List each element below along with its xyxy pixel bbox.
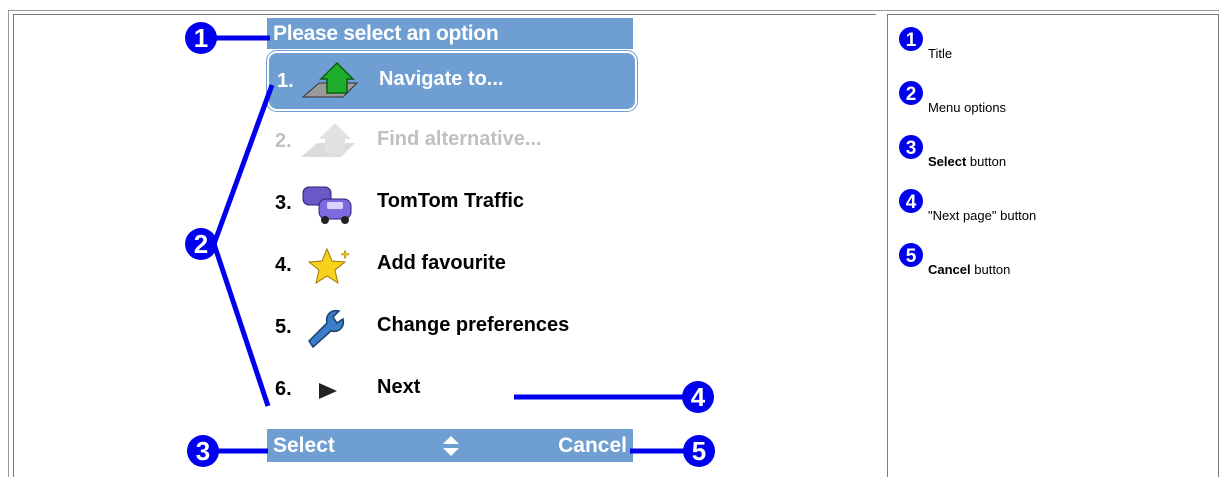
svg-text:2: 2 xyxy=(194,229,208,259)
callout-badge-4: 4 xyxy=(682,381,714,413)
callout-lines xyxy=(211,35,684,454)
svg-text:5: 5 xyxy=(692,436,706,466)
svg-text:4: 4 xyxy=(906,192,917,213)
svg-text:1: 1 xyxy=(906,30,917,51)
svg-text:1: 1 xyxy=(194,23,208,53)
legend-bold: Cancel xyxy=(928,262,971,277)
legend-bold: Select xyxy=(928,154,967,169)
legend-text: button xyxy=(966,154,1007,169)
legend-text: Menu options xyxy=(928,100,1007,115)
badge-5-icon: 5 xyxy=(899,243,923,267)
badge-3-icon: 3 xyxy=(899,135,923,159)
legend-cell xyxy=(887,14,1219,477)
badge-1-icon: 1 xyxy=(899,27,923,51)
legend-text: "Next page" button xyxy=(928,208,1037,223)
callout-overlay: 1 2 3 4 5 xyxy=(185,22,715,467)
legend-text: Title xyxy=(928,46,953,61)
callout-badge-5: 5 xyxy=(683,435,715,467)
badge-2-icon: 2 xyxy=(899,81,923,105)
svg-text:4: 4 xyxy=(691,382,706,412)
svg-text:3: 3 xyxy=(906,138,917,159)
svg-text:3: 3 xyxy=(196,436,210,466)
legend-text: button xyxy=(970,262,1011,277)
callout-badge-1: 1 xyxy=(185,22,217,54)
svg-text:2: 2 xyxy=(906,84,917,105)
badge-4-icon: 4 xyxy=(899,189,923,213)
svg-text:5: 5 xyxy=(906,246,917,267)
callout-badge-2: 2 xyxy=(185,228,217,260)
callout-badge-3: 3 xyxy=(187,435,219,467)
